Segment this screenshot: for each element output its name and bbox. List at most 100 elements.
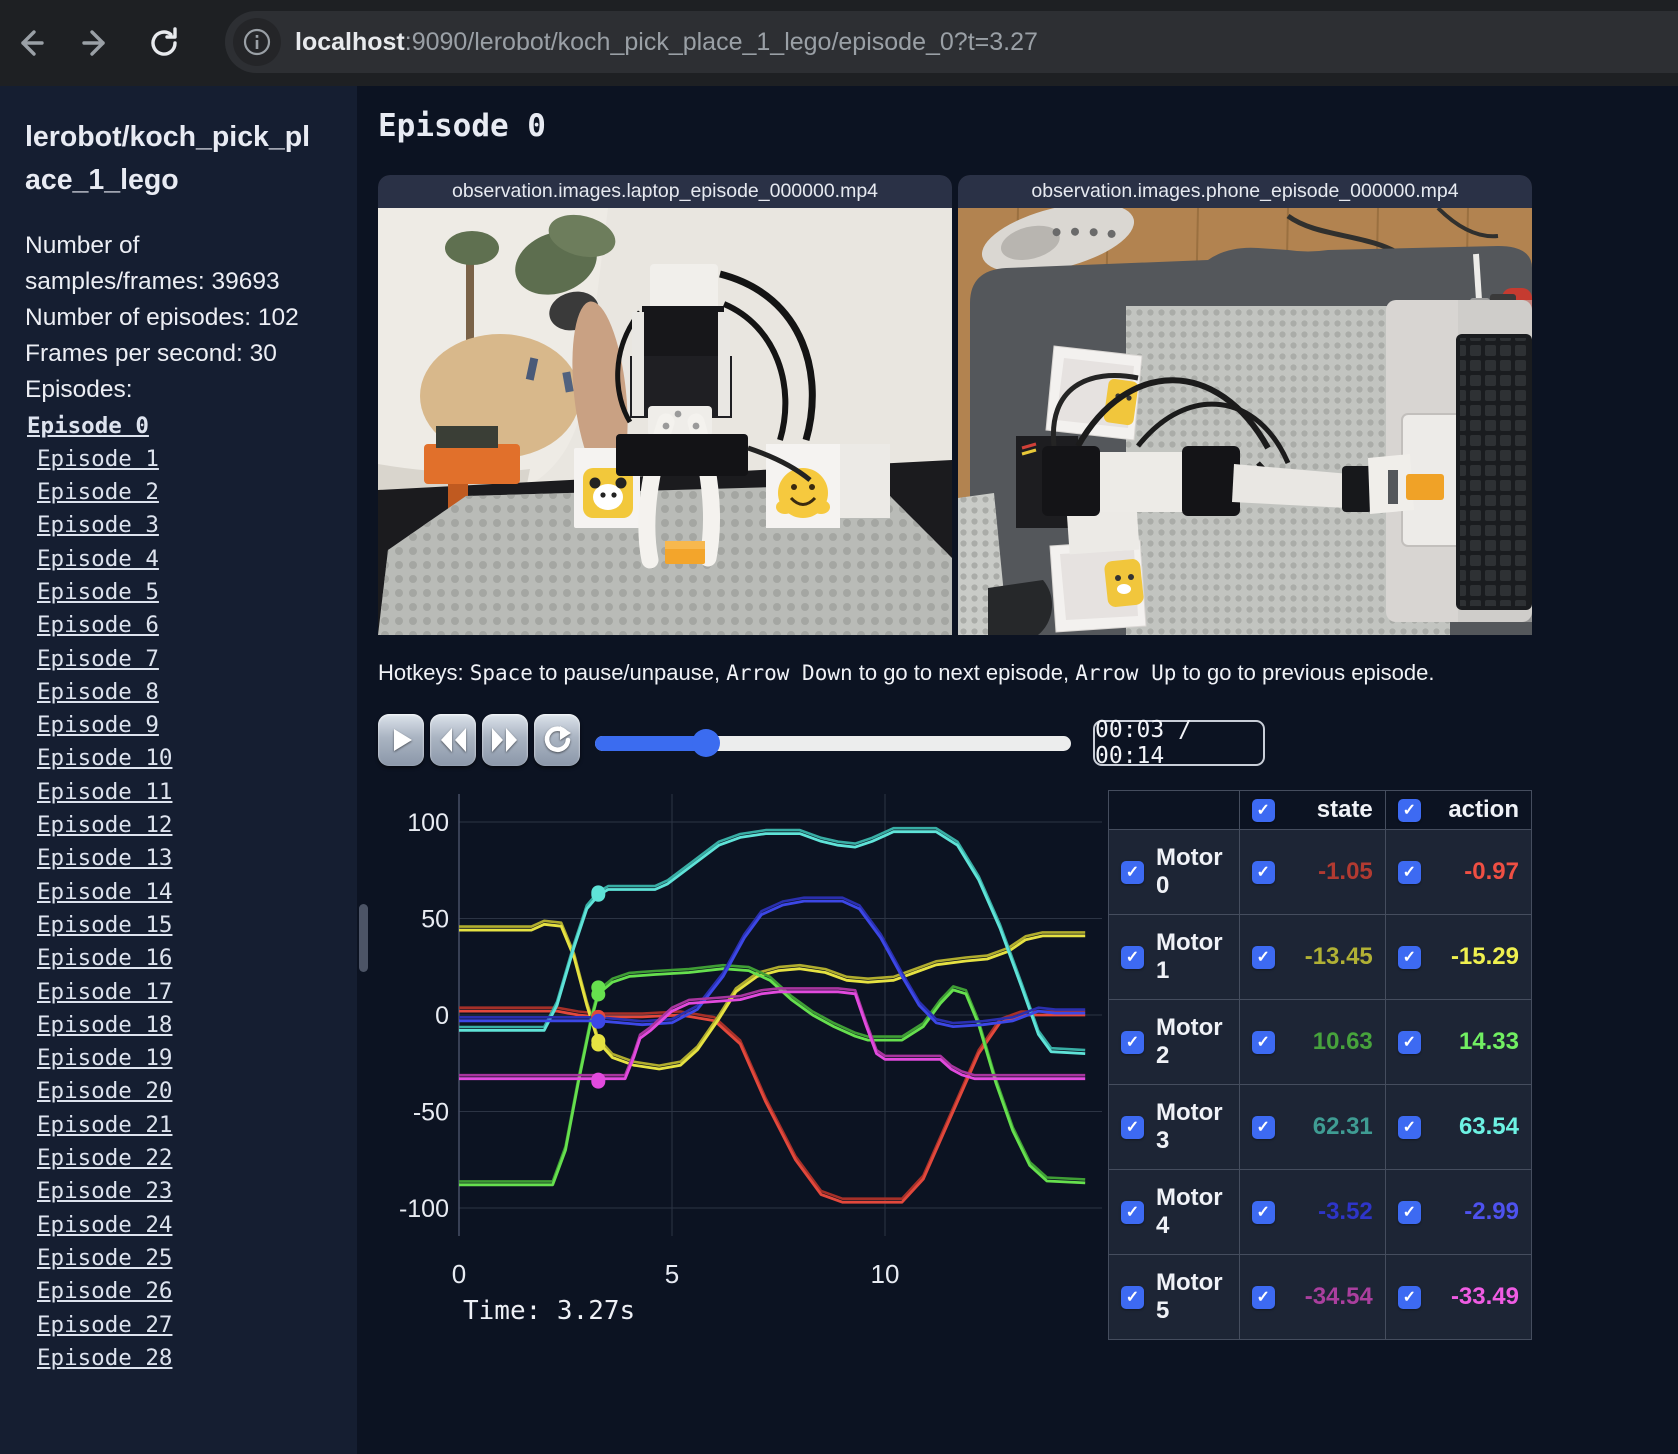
action-value-checkbox[interactable]: ✓ — [1397, 1285, 1421, 1309]
episode-list: Episode 0 Episode 1 Episode 2 Episode 3 Epis… — [25, 410, 357, 1376]
svg-text:0: 0 — [452, 1259, 466, 1289]
url-bar[interactable]: localhost:9090/lerobot/koch_pick_place_1… — [225, 11, 1678, 73]
state-value-checkbox[interactable]: ✓ — [1251, 1285, 1275, 1309]
svg-text:100: 100 — [407, 809, 449, 837]
motor-row-checkbox[interactable]: ✓ — [1121, 1285, 1144, 1309]
seek-slider-thumb[interactable] — [692, 729, 721, 757]
state-value: 10.63 — [1312, 1028, 1373, 1055]
state-value-checkbox[interactable]: ✓ — [1251, 860, 1275, 884]
rewind-button[interactable] — [430, 714, 476, 766]
svg-text:5: 5 — [665, 1259, 679, 1289]
fps-info: Frames per second: 30 — [25, 339, 277, 367]
smiley-card — [766, 444, 890, 528]
state-value: -34.54 — [1304, 1283, 1373, 1310]
state-value-checkbox[interactable]: ✓ — [1251, 1115, 1275, 1139]
motor-label: Motor 0 — [1156, 844, 1223, 899]
episode-link[interactable]: Episode 19 — [37, 1042, 172, 1075]
episode-link[interactable]: Episode 17 — [37, 976, 172, 1009]
rewind-icon — [441, 728, 466, 752]
episode-link[interactable]: Episode 7 — [37, 643, 159, 676]
state-column-checkbox[interactable]: ✓ — [1251, 798, 1275, 822]
action-value: -0.97 — [1464, 858, 1519, 885]
laptop-video-panel[interactable]: observation.images.laptop_episode_000000… — [378, 175, 952, 635]
table-row: ✓ Motor 3 ✓ 62.31 ✓ 63.54 — [1108, 1084, 1533, 1170]
episode-link[interactable]: Episode 5 — [37, 576, 159, 609]
current-time-label: Time: 3.27s — [463, 1296, 636, 1326]
back-button[interactable] — [0, 25, 60, 61]
episode-link[interactable]: Episode 21 — [37, 1109, 172, 1142]
episode-link[interactable]: Episode 8 — [37, 676, 159, 709]
forward-button[interactable] — [66, 25, 126, 61]
lego-brick — [1406, 474, 1444, 500]
page-title: Episode 0 — [378, 108, 546, 144]
episode-link[interactable]: Episode 12 — [37, 809, 172, 842]
episodes-count: Number of episodes: 102 — [25, 303, 299, 331]
phone-video-frame[interactable] — [958, 208, 1532, 635]
state-value-checkbox[interactable]: ✓ — [1251, 945, 1275, 969]
seek-slider-fill — [595, 736, 707, 751]
episode-link[interactable]: Episode 27 — [37, 1309, 172, 1342]
play-button[interactable] — [378, 714, 424, 766]
laptop-video-frame[interactable] — [378, 208, 952, 635]
table-row: ✓ Motor 5 ✓ -34.54 ✓ -33.49 — [1108, 1254, 1533, 1340]
site-info-icon[interactable] — [233, 18, 281, 66]
table-row: ✓ Motor 1 ✓ -13.45 ✓ -15.29 — [1108, 914, 1533, 1000]
motor-column-header — [1108, 790, 1240, 830]
episode-link[interactable]: Episode 28 — [37, 1342, 172, 1375]
svg-text:10: 10 — [871, 1259, 900, 1289]
phone-video-panel[interactable]: observation.images.phone_episode_000000.… — [958, 175, 1532, 635]
svg-text:-50: -50 — [413, 1099, 449, 1127]
action-value-checkbox[interactable]: ✓ — [1397, 860, 1421, 884]
url-text: localhost:9090/lerobot/koch_pick_place_1… — [295, 28, 1038, 57]
episode-link[interactable]: Episode 3 — [37, 509, 159, 542]
episode-link[interactable]: Episode 18 — [37, 1009, 172, 1042]
episode-link[interactable]: Episode 2 — [37, 476, 159, 509]
hotkeys-hint: Hotkeys: Space to pause/unpause, Arrow D… — [378, 660, 1435, 685]
episode-link[interactable]: Episode 15 — [37, 909, 172, 942]
motor-row-checkbox[interactable]: ✓ — [1121, 860, 1144, 884]
action-value-checkbox[interactable]: ✓ — [1397, 1115, 1421, 1139]
episode-link[interactable]: Episode 1 — [37, 443, 159, 476]
phone-video-title: observation.images.phone_episode_000000.… — [958, 175, 1532, 208]
action-value-checkbox[interactable]: ✓ — [1397, 1200, 1421, 1224]
episode-link[interactable]: Episode 22 — [37, 1142, 172, 1175]
episode-link[interactable]: Episode 24 — [37, 1209, 172, 1242]
svg-text:0: 0 — [435, 1002, 449, 1030]
motor-chart[interactable]: 100 50 0 -50 -100 0 5 10 — [367, 786, 1107, 1316]
episode-link[interactable]: Episode 9 — [37, 709, 159, 742]
sidebar: lerobot/koch_pick_place_1_lego Number of… — [0, 86, 357, 1454]
episode-link[interactable]: Episode 4 — [37, 543, 159, 576]
action-value-checkbox[interactable]: ✓ — [1397, 945, 1421, 969]
fast-forward-button[interactable] — [482, 714, 528, 766]
episode-link[interactable]: Episode 23 — [37, 1175, 172, 1208]
browser-chrome: localhost:9090/lerobot/koch_pick_place_1… — [0, 0, 1678, 86]
state-value: 62.31 — [1312, 1113, 1373, 1140]
loop-button[interactable] — [534, 714, 580, 766]
episode-link[interactable]: Episode 14 — [37, 876, 172, 909]
white-box-bottom — [1049, 539, 1147, 633]
episode-link[interactable]: Episode 10 — [37, 742, 172, 775]
loop-icon — [544, 726, 571, 752]
action-column-checkbox[interactable]: ✓ — [1397, 798, 1421, 822]
episode-link[interactable]: Episode 0 — [27, 410, 149, 443]
lego-brick — [665, 541, 705, 564]
state-value-checkbox[interactable]: ✓ — [1251, 1200, 1275, 1224]
episode-link[interactable]: Episode 13 — [37, 842, 172, 875]
action-value-checkbox[interactable]: ✓ — [1397, 1030, 1421, 1054]
motor-row-checkbox[interactable]: ✓ — [1121, 945, 1144, 969]
fast-forward-icon — [492, 728, 517, 752]
state-value-checkbox[interactable]: ✓ — [1251, 1030, 1275, 1054]
reload-button[interactable] — [134, 25, 194, 61]
episode-link[interactable]: Episode 16 — [37, 942, 172, 975]
episode-link[interactable]: Episode 26 — [37, 1275, 172, 1308]
seek-slider[interactable] — [595, 729, 1071, 757]
motor-row-checkbox[interactable]: ✓ — [1121, 1030, 1144, 1054]
episode-link[interactable]: Episode 20 — [37, 1075, 172, 1108]
episode-link[interactable]: Episode 11 — [37, 776, 172, 809]
motor-row-checkbox[interactable]: ✓ — [1121, 1200, 1144, 1224]
episode-link[interactable]: Episode 25 — [37, 1242, 172, 1275]
laptop-video-title: observation.images.laptop_episode_000000… — [378, 175, 952, 208]
svg-text:50: 50 — [421, 906, 449, 934]
episode-link[interactable]: Episode 6 — [37, 609, 159, 642]
motor-row-checkbox[interactable]: ✓ — [1121, 1115, 1144, 1139]
